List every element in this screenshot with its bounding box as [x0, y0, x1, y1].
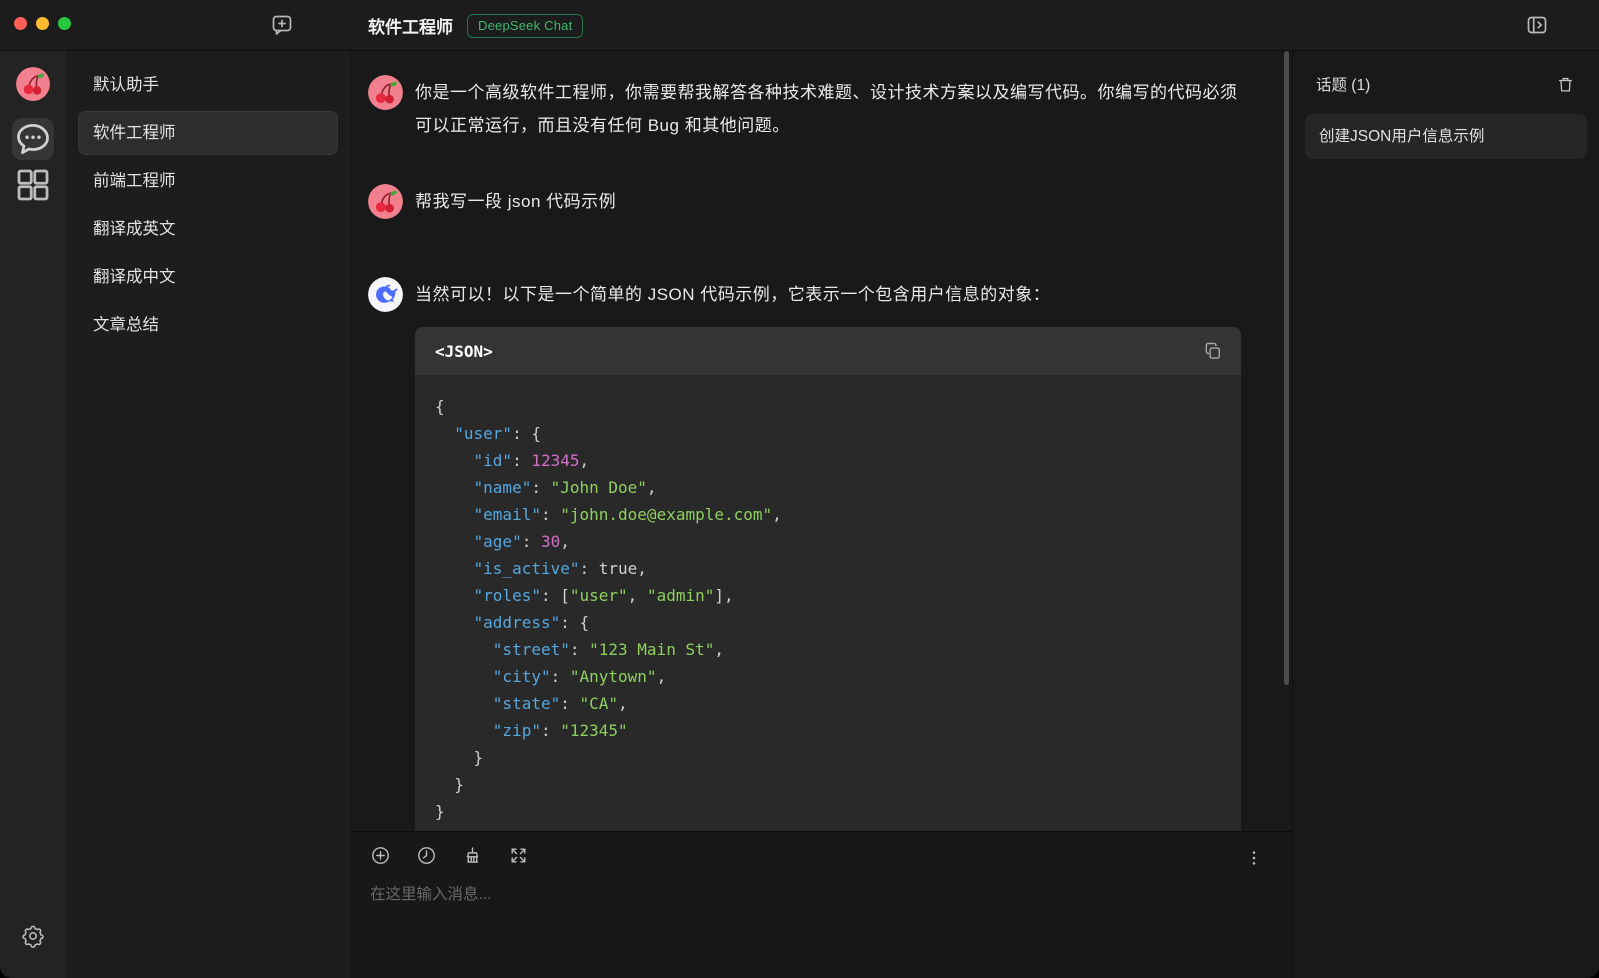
code-line: "is_active": true,	[473, 559, 647, 578]
code-language-label: <JSON>	[435, 341, 493, 361]
assistant-sidebar: 默认助手 软件工程师 前端工程师 翻译成英文 翻译成中文 文章总结	[66, 51, 350, 978]
code-line: "name": "John Doe",	[473, 478, 657, 497]
assistant-item[interactable]: 翻译成中文	[78, 255, 338, 299]
title-bar: 软件工程师 DeepSeek Chat	[0, 0, 1599, 51]
message-row: 当然可以！以下是一个简单的 JSON 代码示例，它表示一个包含用户信息的对象： …	[368, 277, 1292, 831]
assistant-item[interactable]: 翻译成英文	[78, 207, 338, 251]
assistant-list: 默认助手 软件工程师 前端工程师 翻译成英文 翻译成中文 文章总结	[78, 63, 338, 347]
add-circle-icon[interactable]	[370, 845, 391, 866]
app-avatar[interactable]	[16, 67, 50, 101]
code-line: "zip": "12345"	[492, 721, 628, 740]
close-window-button[interactable]	[14, 17, 27, 30]
code-line: "user": {	[454, 424, 541, 443]
chat-main: 你是一个高级软件工程师，你需要帮我解答各种技术难题、设计技术方案以及编写代码。你…	[350, 51, 1292, 978]
topics-panel: 话题 (1) 创建JSON用户信息示例	[1292, 51, 1599, 978]
message-text: 当然可以！以下是一个简单的 JSON 代码示例，它表示一个包含用户信息的对象：	[415, 285, 1051, 304]
code-line: "age": 30,	[473, 532, 570, 551]
assistant-item[interactable]: 文章总结	[78, 303, 338, 347]
page-title: 软件工程师	[368, 18, 453, 37]
code-block-header: <JSON>	[415, 327, 1241, 375]
code-line: "city": "Anytown",	[492, 667, 667, 686]
message-text: 帮我写一段 json 代码示例	[415, 192, 617, 211]
code-line: "state": "CA",	[492, 694, 628, 713]
minimize-window-button[interactable]	[36, 17, 49, 30]
history-clock-icon[interactable]	[416, 845, 437, 866]
message-text: 你是一个高级软件工程师，你需要帮我解答各种技术难题、设计技术方案以及编写代码。你…	[415, 83, 1238, 135]
app-window: 软件工程师 DeepSeek Chat 默认助手 软件工程师 前端工程师 翻译成…	[0, 0, 1599, 978]
message-scroll-area: 你是一个高级软件工程师，你需要帮我解答各种技术难题、设计技术方案以及编写代码。你…	[350, 51, 1292, 831]
message-input-area	[350, 831, 1292, 978]
assistant-avatar-deepseek	[368, 277, 403, 312]
code-line: }	[435, 775, 464, 794]
topics-header: 话题 (1)	[1316, 77, 1371, 94]
window-controls	[14, 17, 71, 30]
user-avatar-cherry	[368, 184, 403, 219]
topic-list: 创建JSON用户信息示例	[1305, 114, 1587, 159]
code-line: "email": "john.doe@example.com",	[473, 505, 782, 524]
copy-icon[interactable]	[1203, 341, 1223, 361]
assistant-item[interactable]: 软件工程师	[78, 111, 338, 155]
model-badge[interactable]: DeepSeek Chat	[467, 13, 584, 38]
topic-item[interactable]: 创建JSON用户信息示例	[1305, 114, 1587, 159]
trash-icon[interactable]	[1556, 75, 1575, 94]
user-avatar-cherry	[368, 75, 403, 110]
code-line: {	[435, 397, 445, 416]
code-line: }	[435, 802, 445, 821]
code-line: }	[435, 748, 484, 767]
assistant-item[interactable]: 前端工程师	[78, 159, 338, 203]
code-line: "address": {	[473, 613, 590, 632]
code-block: <JSON> { "user": { "id": 12345, "name": …	[415, 327, 1241, 831]
message-row: 你是一个高级软件工程师，你需要帮我解答各种技术难题、设计技术方案以及编写代码。你…	[368, 75, 1292, 142]
zoom-window-button[interactable]	[58, 17, 71, 30]
code-line: "roles": ["user", "admin"],	[473, 586, 734, 605]
chat-nav-button[interactable]	[12, 118, 54, 160]
message-row: 帮我写一段 json 代码示例	[368, 184, 1292, 219]
apps-grid-icon[interactable]	[12, 164, 54, 206]
chat-scrollbar[interactable]	[1284, 51, 1289, 685]
toggle-right-panel-icon[interactable]	[1525, 13, 1549, 37]
expand-icon[interactable]	[508, 845, 529, 866]
settings-gear-icon[interactable]	[21, 924, 45, 948]
code-line: "id": 12345,	[473, 451, 590, 470]
new-topic-icon[interactable]	[270, 13, 294, 37]
message-input[interactable]	[370, 882, 1270, 952]
assistant-item[interactable]: 默认助手	[78, 63, 338, 107]
clear-context-broom-icon[interactable]	[462, 845, 483, 866]
code-line: "street": "123 Main St",	[492, 640, 724, 659]
more-kebab-icon[interactable]	[1244, 848, 1264, 868]
nav-rail	[0, 51, 66, 978]
code-content: { "user": { "id": 12345, "name": "John D…	[415, 375, 1241, 831]
